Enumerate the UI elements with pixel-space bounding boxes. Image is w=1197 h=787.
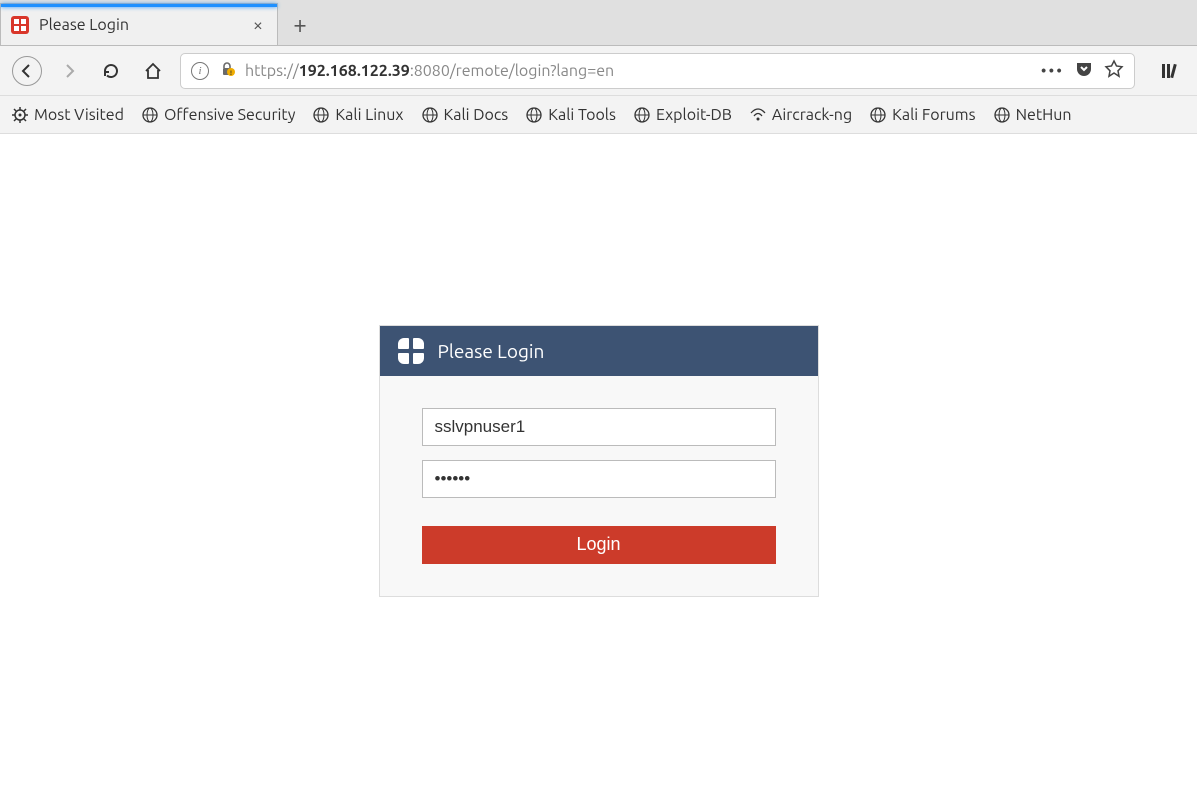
bookmark-kali-linux[interactable]: Kali Linux xyxy=(313,106,403,124)
globe-icon xyxy=(994,107,1010,123)
site-info-icon[interactable]: i xyxy=(191,62,209,80)
login-title: Please Login xyxy=(438,340,545,362)
favicon-icon xyxy=(11,16,29,34)
bookmark-offensive-security[interactable]: Offensive Security xyxy=(142,106,295,124)
tab-bar: Please Login × + xyxy=(0,0,1197,46)
back-button[interactable] xyxy=(12,56,42,86)
close-icon[interactable]: × xyxy=(249,15,267,35)
reload-button[interactable] xyxy=(96,56,126,86)
tab-title: Please Login xyxy=(39,16,239,34)
pocket-icon[interactable] xyxy=(1074,59,1094,83)
page-actions-icon[interactable]: ••• xyxy=(1041,62,1064,80)
fortinet-logo-icon xyxy=(398,338,424,364)
browser-tab[interactable]: Please Login × xyxy=(0,3,278,45)
library-button[interactable] xyxy=(1155,56,1185,86)
bookmark-star-icon[interactable] xyxy=(1104,59,1124,83)
wifi-icon xyxy=(750,107,766,123)
bookmark-exploit-db[interactable]: Exploit-DB xyxy=(634,106,732,124)
globe-icon xyxy=(142,107,158,123)
bookmark-nethunter[interactable]: NetHun xyxy=(994,106,1072,124)
security-warning-icon[interactable]: ! xyxy=(219,61,235,81)
globe-icon xyxy=(313,107,329,123)
bookmarks-bar: Most Visited Offensive Security Kali Lin… xyxy=(0,96,1197,134)
login-panel: Please Login Login xyxy=(379,325,819,597)
globe-icon xyxy=(526,107,542,123)
username-input[interactable] xyxy=(422,408,776,446)
home-button[interactable] xyxy=(138,56,168,86)
bookmark-kali-tools[interactable]: Kali Tools xyxy=(526,106,616,124)
page-content: Please Login Login xyxy=(0,134,1197,787)
password-input[interactable] xyxy=(422,460,776,498)
login-body: Login xyxy=(380,376,818,596)
bookmark-most-visited[interactable]: Most Visited xyxy=(12,106,124,124)
bookmark-kali-forums[interactable]: Kali Forums xyxy=(870,106,975,124)
globe-icon xyxy=(870,107,886,123)
login-header: Please Login xyxy=(380,326,818,376)
login-button[interactable]: Login xyxy=(422,526,776,564)
svg-text:!: ! xyxy=(230,70,232,77)
globe-icon xyxy=(634,107,650,123)
gear-icon xyxy=(12,107,28,123)
tab-loading-indicator xyxy=(1,4,277,7)
bookmark-kali-docs[interactable]: Kali Docs xyxy=(422,106,509,124)
bookmark-aircrack-ng[interactable]: Aircrack-ng xyxy=(750,106,852,124)
url-text: https://192.168.122.39:8080/remote/login… xyxy=(245,62,1031,80)
globe-icon xyxy=(422,107,438,123)
nav-bar: i ! https://192.168.122.39:8080/remote/l… xyxy=(0,46,1197,96)
url-bar[interactable]: i ! https://192.168.122.39:8080/remote/l… xyxy=(180,53,1135,89)
forward-button[interactable] xyxy=(54,56,84,86)
new-tab-button[interactable]: + xyxy=(278,3,322,45)
